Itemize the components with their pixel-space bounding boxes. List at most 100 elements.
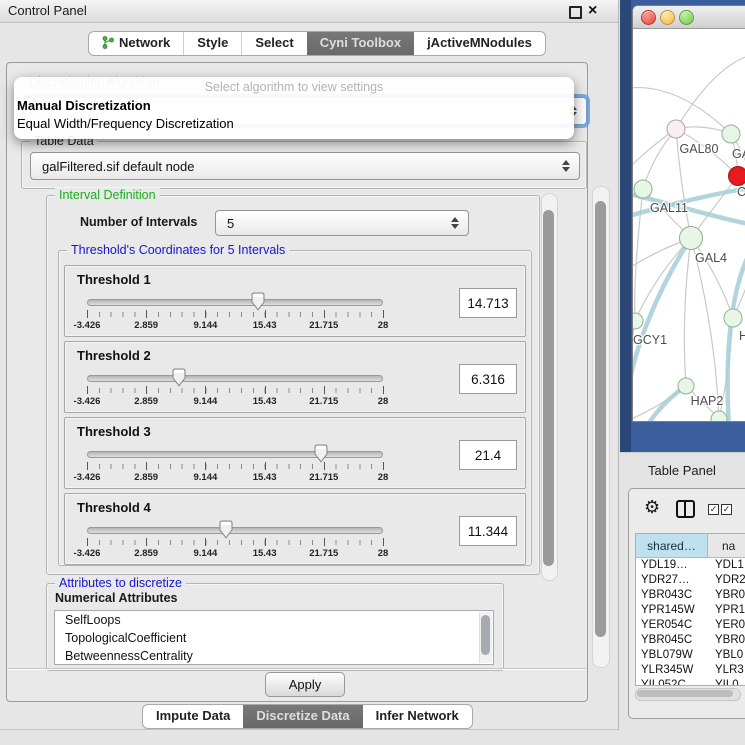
threshold-value-field[interactable]: 14.713 bbox=[459, 288, 517, 318]
threshold-slider[interactable]: -3.4262.8599.14415.4321.71528 bbox=[87, 518, 383, 562]
threshold-slider[interactable]: -3.4262.8599.14415.4321.71528 bbox=[87, 290, 383, 334]
threshold-label: Threshold 4 bbox=[77, 500, 151, 515]
table-cell: YER054C bbox=[636, 618, 708, 633]
tab-network[interactable]: Network bbox=[89, 32, 183, 55]
network-node[interactable] bbox=[634, 180, 652, 198]
tab-cyni-toolbox[interactable]: Cyni Toolbox bbox=[307, 32, 414, 55]
threshold-value-field[interactable]: 11.344 bbox=[459, 516, 517, 546]
list-item[interactable]: TopologicalCoefficient bbox=[55, 629, 493, 647]
network-window-titlebar[interactable] bbox=[633, 6, 745, 29]
gear-icon[interactable]: ⚙ bbox=[644, 497, 660, 517]
table-row[interactable]: YIL052CYIL0 bbox=[636, 678, 745, 686]
tab-impute-data[interactable]: Impute Data bbox=[143, 705, 243, 728]
columns-icon[interactable] bbox=[676, 500, 695, 518]
slider-major-tick bbox=[324, 462, 325, 470]
table-data-combobox[interactable]: galFiltered.sif default node bbox=[30, 152, 580, 180]
network-edge[interactable] bbox=[633, 386, 686, 421]
slider-track[interactable] bbox=[87, 299, 383, 306]
scrollbar-thumb[interactable] bbox=[595, 201, 606, 637]
network-view-window: GAL80GACGAL11GAL4GCY1HHAP2 bbox=[632, 5, 745, 422]
table-row[interactable]: YDL19…YDL1 bbox=[636, 558, 745, 573]
network-node-label: GAL4 bbox=[695, 251, 727, 265]
slider-tick-label: 21.715 bbox=[309, 320, 338, 331]
slider-tick-label: 15.43 bbox=[253, 472, 277, 483]
float-window-icon[interactable] bbox=[569, 6, 582, 19]
table-cell: YBL0 bbox=[708, 648, 745, 663]
network-edge[interactable] bbox=[691, 238, 719, 419]
table-row[interactable]: YER054CYER0 bbox=[636, 618, 745, 633]
network-edge[interactable] bbox=[643, 129, 676, 189]
scrollbar-thumb[interactable] bbox=[481, 615, 490, 655]
network-edge[interactable] bbox=[676, 56, 745, 129]
list-scrollbar[interactable] bbox=[479, 612, 492, 663]
close-traffic-light[interactable] bbox=[641, 10, 656, 25]
slider-thumb-icon[interactable] bbox=[250, 292, 265, 311]
table-cell: YDR27… bbox=[636, 573, 708, 588]
threshold-value-field[interactable]: 21.4 bbox=[459, 440, 517, 470]
list-item[interactable]: BetweennessCentrality bbox=[55, 647, 493, 665]
network-node[interactable] bbox=[722, 125, 740, 143]
slider-thumb-icon[interactable] bbox=[219, 520, 234, 539]
scrollbar-thumb[interactable] bbox=[543, 210, 554, 566]
popup-option-manual-discretization[interactable]: Manual Discretization bbox=[17, 98, 151, 113]
number-of-intervals-label: Number of Intervals bbox=[80, 215, 197, 229]
panel-scrollbar[interactable] bbox=[592, 186, 610, 668]
network-node[interactable] bbox=[667, 120, 685, 138]
minimize-traffic-light[interactable] bbox=[660, 10, 675, 25]
table-cell: YDL1 bbox=[708, 558, 745, 573]
content-scrollbar[interactable] bbox=[541, 193, 558, 581]
slider-tick-label: 9.144 bbox=[194, 472, 218, 483]
table-row[interactable]: YPR145WYPR1 bbox=[636, 603, 745, 618]
slider-tick-label: 2.859 bbox=[134, 548, 158, 559]
close-icon[interactable]: × bbox=[588, 0, 597, 22]
network-canvas[interactable]: GAL80GACGAL11GAL4GCY1HHAP2 bbox=[633, 28, 745, 421]
threshold-box: Threshold 3 -3.4262.8599.14415.4321.7152… bbox=[64, 417, 526, 489]
table-cell: YBL079W bbox=[636, 648, 708, 663]
popup-option-equal-width[interactable]: Equal Width/Frequency Discretization bbox=[17, 116, 234, 131]
slider-thumb-icon[interactable] bbox=[313, 444, 328, 463]
column-header-name[interactable]: na bbox=[708, 534, 745, 557]
table-row[interactable]: YBR045CYBR0 bbox=[636, 633, 745, 648]
network-node[interactable] bbox=[724, 309, 742, 327]
network-node[interactable] bbox=[680, 227, 703, 250]
slider-tick-label: 21.715 bbox=[309, 396, 338, 407]
tab-infer-network[interactable]: Infer Network bbox=[363, 705, 472, 728]
slider-track[interactable] bbox=[87, 375, 383, 382]
table-row[interactable]: YLR345WYLR3 bbox=[636, 663, 745, 678]
network-edge[interactable] bbox=[635, 189, 643, 321]
network-node[interactable] bbox=[633, 313, 643, 329]
checkbox-icon[interactable]: ✓ bbox=[721, 504, 732, 515]
threshold-slider[interactable]: -3.4262.8599.14415.4321.71528 bbox=[87, 442, 383, 486]
threshold-slider[interactable]: -3.4262.8599.14415.4321.71528 bbox=[87, 366, 383, 410]
slider-track[interactable] bbox=[87, 527, 383, 534]
table-panel-window: ⚙ ✓ ✓ shared… na YDL19…YDL1YDR27…YDR2YBR… bbox=[628, 488, 745, 719]
slider-track[interactable] bbox=[87, 451, 383, 458]
tab-style[interactable]: Style bbox=[183, 32, 241, 55]
zoom-traffic-light[interactable] bbox=[679, 10, 694, 25]
apply-button[interactable]: Apply bbox=[265, 672, 345, 697]
list-item[interactable]: SelfLoops bbox=[55, 611, 493, 629]
table-horizontal-scrollbar[interactable] bbox=[635, 688, 741, 701]
table-row[interactable]: YBR043CYBR0 bbox=[636, 588, 745, 603]
slider-thumb-icon[interactable] bbox=[171, 368, 186, 387]
slider-major-tick bbox=[205, 310, 206, 318]
column-header-shared[interactable]: shared… bbox=[636, 534, 708, 557]
network-edge[interactable] bbox=[684, 238, 691, 386]
scrollbar-thumb[interactable] bbox=[637, 690, 733, 697]
number-of-intervals-combobox[interactable]: 5 bbox=[215, 210, 469, 236]
tab-jactivemnodules[interactable]: jActiveMNodules bbox=[414, 32, 545, 55]
threshold-value-field[interactable]: 6.316 bbox=[459, 364, 517, 394]
network-node-label: C bbox=[737, 185, 745, 199]
checkbox-icon[interactable]: ✓ bbox=[708, 504, 719, 515]
tab-select[interactable]: Select bbox=[241, 32, 306, 55]
table-row[interactable]: YBL079WYBL0 bbox=[636, 648, 745, 663]
table-row[interactable]: YDR27…YDR2 bbox=[636, 573, 745, 588]
tab-discretize-data[interactable]: Discretize Data bbox=[243, 705, 362, 728]
network-node[interactable] bbox=[729, 167, 745, 186]
network-node-label: GCY1 bbox=[633, 333, 667, 347]
network-node[interactable] bbox=[678, 378, 694, 394]
slider-tick-label: 28 bbox=[378, 320, 389, 331]
combo-arrows-icon bbox=[446, 217, 464, 229]
slider-tick-label: -3.426 bbox=[74, 396, 101, 407]
network-edge[interactable] bbox=[691, 238, 733, 318]
